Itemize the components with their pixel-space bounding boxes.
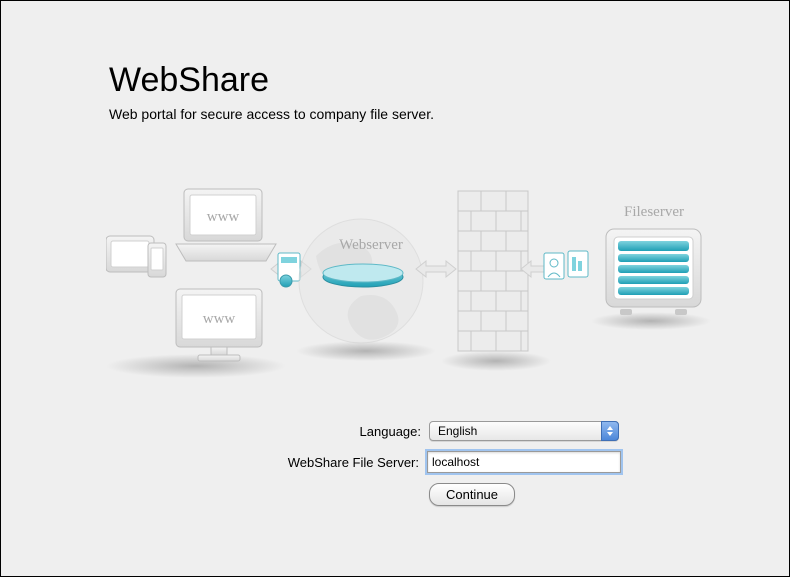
- desktop-icon: www: [176, 289, 262, 361]
- tablet-icon: [106, 236, 154, 272]
- page-title: WebShare: [109, 61, 434, 100]
- page-subtitle: Web portal for secure access to company …: [109, 106, 434, 122]
- fileserver-label: Fileserver: [624, 204, 684, 220]
- file-icon: [278, 253, 300, 287]
- firewall-icon: [458, 191, 528, 351]
- laptop-icon: www: [176, 189, 276, 261]
- illustration: www www: [106, 181, 716, 381]
- language-label: Language:: [171, 424, 421, 439]
- www-label-2: www: [203, 311, 236, 327]
- webserver-label: Webserver: [339, 237, 403, 253]
- server-input[interactable]: [427, 451, 621, 473]
- document-icon: [544, 253, 564, 279]
- fileserver-icon: [606, 229, 701, 315]
- webserver-icon: [323, 264, 403, 287]
- language-select[interactable]: English: [429, 421, 619, 441]
- phone-icon: [148, 243, 166, 277]
- server-label: WebShare File Server:: [169, 455, 419, 470]
- continue-button[interactable]: Continue: [429, 483, 515, 506]
- document-icon: [568, 251, 588, 277]
- www-label: www: [207, 209, 240, 225]
